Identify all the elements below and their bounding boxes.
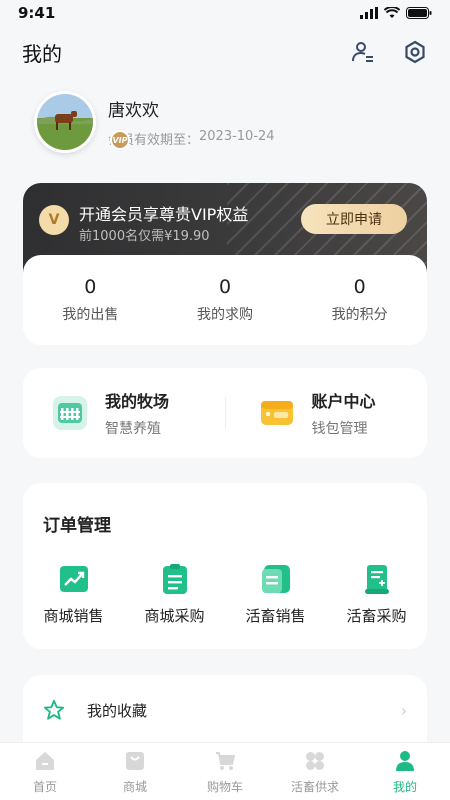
tab-livestock-market[interactable]: 活畜供求 [270, 743, 360, 800]
expiry-date: 2023-10-24 [199, 129, 275, 144]
vip-title: 开通会员享尊贵VIP权益 [79, 205, 249, 224]
tab-label: 我的 [392, 780, 417, 794]
order-livestock-sales[interactable]: 活畜销售 [225, 563, 326, 626]
livestock-list-icon [261, 563, 291, 595]
ranch-title: 我的牧场 [105, 392, 170, 411]
tab-label: 首页 [32, 780, 57, 794]
ranch-account-card: 我的牧场 智慧养殖 账户中心 钱包管理 [23, 368, 427, 458]
chevron-right-icon: › [400, 700, 407, 720]
battery-icon [406, 7, 432, 19]
user-settings-icon [352, 42, 373, 62]
orders-title: 订单管理 [43, 516, 111, 536]
my-ranch-link[interactable]: 我的牧场 智慧养殖 [23, 388, 225, 438]
order-mall-purchase[interactable]: 商城采购 [124, 563, 225, 626]
status-icons [360, 7, 432, 19]
status-time: 9:41 [18, 4, 56, 22]
avatar[interactable] [34, 91, 96, 153]
wallet-icon [260, 396, 294, 430]
order-label: 活畜销售 [245, 607, 306, 625]
stat-purchase-requests[interactable]: 0 我的求购 [165, 276, 285, 324]
apply-vip-button[interactable]: 立即申请 [301, 204, 407, 234]
order-management-card: 订单管理 商城销售 商城采购 活畜销售 活畜采购 [23, 483, 427, 649]
favorites-label: 我的收藏 [87, 701, 148, 720]
stat-value: 0 [218, 276, 232, 298]
status-bar: 9:41 [0, 0, 450, 26]
stat-points[interactable]: 0 我的积分 [300, 276, 420, 324]
vip-badge: VIP [110, 130, 130, 150]
stat-value: 0 [84, 276, 97, 298]
account-center-link[interactable]: 账户中心 钱包管理 [226, 388, 428, 438]
cart-icon [214, 750, 236, 772]
settings-button[interactable] [402, 39, 428, 65]
tab-label: 商城 [122, 780, 147, 794]
vip-crown-icon: V [39, 205, 69, 235]
gear-icon [405, 40, 425, 64]
clipboard-icon [160, 563, 190, 595]
home-icon [34, 750, 56, 772]
account-subtitle: 钱包管理 [311, 421, 368, 437]
avatar-image [37, 94, 93, 150]
account-title: 账户中心 [311, 392, 376, 411]
tab-label: 购物车 [206, 780, 243, 794]
order-label: 商城销售 [43, 607, 104, 625]
stat-value: 0 [353, 276, 366, 298]
page-title: 我的 [22, 41, 62, 66]
shop-icon [124, 750, 146, 772]
tab-cart[interactable]: 购物车 [180, 743, 270, 800]
fence-icon [53, 396, 87, 430]
membership-expiry: 会员有效期至： 2023-10-24 [108, 129, 275, 148]
tab-home[interactable]: 首页 [0, 743, 90, 800]
scroll-add-icon [362, 563, 392, 595]
clover-icon [304, 750, 326, 772]
order-label: 活畜采购 [346, 607, 407, 625]
username: 唐欢欢 [108, 101, 159, 121]
stat-label: 我的求购 [196, 307, 253, 323]
chart-up-icon [59, 563, 89, 595]
user-settings-button[interactable] [350, 39, 376, 65]
tab-shop[interactable]: 商城 [90, 743, 180, 800]
header: 我的 [0, 30, 450, 74]
order-label: 商城采购 [144, 607, 205, 625]
person-icon [394, 750, 416, 772]
order-mall-sales[interactable]: 商城销售 [23, 563, 124, 626]
tab-mine[interactable]: 我的 [360, 743, 450, 800]
tab-label: 活畜供求 [290, 780, 339, 794]
bottom-tab-bar: 首页 商城 购物车 活畜供求 我的 [0, 742, 450, 800]
star-icon [43, 699, 65, 720]
favorites-row[interactable]: 我的收藏 › [43, 699, 407, 721]
profile-section[interactable]: VIP 唐欢欢 会员有效期至： 2023-10-24 [34, 90, 424, 154]
wifi-icon [384, 7, 400, 18]
signal-icon [360, 7, 378, 19]
vip-subtitle: 前1000名仅需¥19.90 [79, 229, 210, 244]
stat-sales[interactable]: 0 我的出售 [30, 276, 150, 324]
stat-label: 我的出售 [62, 307, 119, 323]
stats-card: 0 我的出售 0 我的求购 0 我的积分 [23, 255, 427, 345]
stat-label: 我的积分 [331, 307, 388, 323]
order-livestock-purchase[interactable]: 活畜采购 [326, 563, 427, 626]
ranch-subtitle: 智慧养殖 [105, 421, 161, 437]
